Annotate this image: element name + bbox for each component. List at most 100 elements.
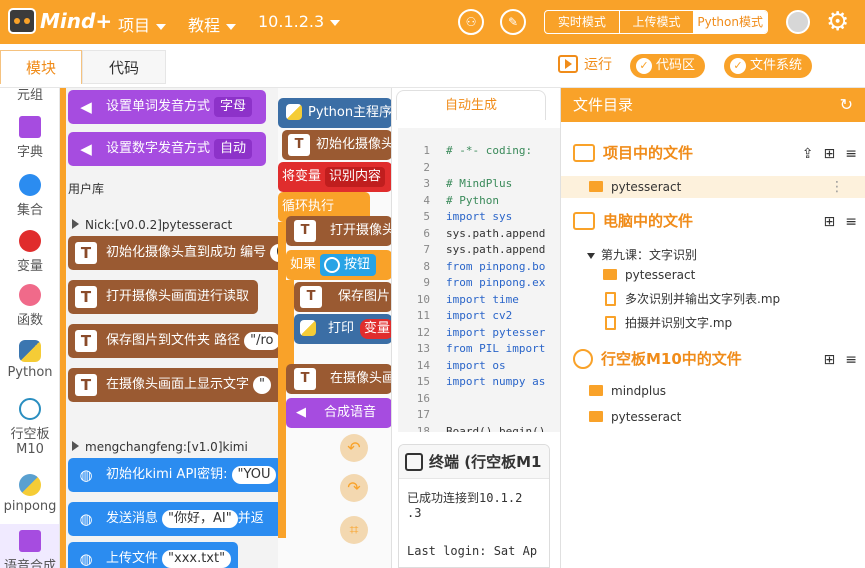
file-row[interactable]: 拍摄并识别文字.mp	[561, 312, 865, 334]
code-editor[interactable]: 1 # -*- coding: 2 3 # MindPlus 4 # Python 5 imp…	[398, 128, 560, 432]
app-logo[interactable]: Mind+	[8, 6, 112, 38]
menu-icon[interactable]: ≡	[845, 214, 857, 230]
block-label: 将变量	[282, 169, 322, 184]
block-upload-file[interactable]: ◍ 上传文件 "xxx.txt"	[68, 542, 238, 568]
category-variable[interactable]: 变量	[0, 230, 59, 274]
run-button[interactable]: 运行	[558, 54, 612, 74]
refresh-icon[interactable]: ↻	[840, 88, 853, 122]
block-input[interactable]: "/ro	[244, 332, 278, 350]
block-init-camera[interactable]: T 初始化摄像头	[282, 130, 391, 160]
block-dropdown[interactable]: 字母	[214, 97, 253, 117]
file-row[interactable]: 多次识别并输出文字列表.mp	[561, 288, 865, 310]
block-init-camera[interactable]: T 初始化摄像头直到成功 编号0	[68, 236, 278, 270]
project-files-group[interactable]: 项目中的文件	[573, 142, 693, 163]
library-title[interactable]: mengchangfeng:[v1.0]kimi	[72, 440, 248, 454]
menu-icon[interactable]: ≡	[845, 352, 857, 368]
mode-python[interactable]: Python模式	[693, 11, 768, 33]
block-dropdown[interactable]: 自动	[214, 139, 253, 159]
text-t-icon: T	[294, 368, 316, 390]
mode-realtime[interactable]: 实时模式	[545, 11, 619, 33]
edit-button[interactable]: ✎	[500, 9, 526, 35]
board-files-group[interactable]: 行空板M10中的文件	[573, 348, 742, 369]
menu-tutorial[interactable]: 教程	[188, 12, 237, 36]
crop-icon[interactable]: ⌗	[340, 516, 368, 544]
block-label: 循环执行	[282, 199, 335, 214]
check-icon: ✓	[636, 58, 652, 74]
category-speech[interactable]: 语音合成	[0, 524, 59, 568]
file-row[interactable]: mindplus	[561, 380, 865, 402]
gear-icon[interactable]: ⚙	[826, 9, 852, 35]
category-unihiker[interactable]: 行空板 M10	[0, 398, 59, 457]
block-workspace[interactable]: Python主程序 T 初始化摄像头 将变量 识别内容 循环执行 T 打开摄像头 如果…	[278, 88, 392, 568]
code-text: import sys	[446, 210, 513, 223]
undo-icon[interactable]: ↶	[340, 434, 368, 462]
block-input[interactable]: "xxx.txt"	[162, 550, 232, 568]
block-input[interactable]: "	[253, 376, 271, 394]
user-avatar[interactable]	[786, 10, 810, 34]
block-input[interactable]: "你好，AI"	[162, 510, 238, 528]
button-input[interactable]: 按钮	[320, 254, 377, 276]
block-open-camera[interactable]: T 打开摄像头	[286, 216, 391, 246]
category-tuple[interactable]: 元组	[0, 88, 59, 103]
block-open-camera[interactable]: T 打开摄像头画面进行读取	[68, 280, 258, 314]
block-save-image[interactable]: T 保存图片	[294, 282, 391, 312]
block-print[interactable]: 打印 变量	[294, 314, 391, 344]
block-show-text[interactable]: T 在摄像头画面上显示文字 "	[68, 368, 278, 402]
code-text: import time	[446, 292, 519, 306]
new-file-icon[interactable]: ⊞	[824, 352, 836, 368]
file-row[interactable]: pytesseract	[561, 264, 865, 286]
block-label: 合成语音	[324, 405, 377, 420]
terminal-title: 终端 (行空板M1	[429, 453, 542, 471]
menu-project[interactable]: 项目	[118, 12, 167, 36]
palette-edge	[60, 88, 66, 568]
block-show-on-camera[interactable]: T 在摄像头画	[286, 364, 391, 394]
category-label: Python	[7, 365, 53, 380]
tab-blocks[interactable]: 模块	[0, 50, 82, 84]
block-word-pronounce[interactable]: ◀ 设置单词发音方式 字母	[68, 90, 266, 124]
more-icon[interactable]: ⋮	[830, 176, 844, 198]
new-file-icon[interactable]: ⊞	[824, 146, 836, 162]
menu-version[interactable]: 10.1.2.3	[258, 12, 341, 31]
code-area-toggle[interactable]: ✓ 代码区	[630, 54, 706, 78]
print-variable[interactable]: 变量	[360, 319, 391, 339]
block-input[interactable]: 0	[270, 244, 278, 262]
upload-icon[interactable]: ⇪	[802, 146, 814, 162]
folder-row[interactable]: 第九课：文字识别	[561, 244, 865, 266]
menu-icon[interactable]: ≡	[845, 146, 857, 162]
library-title[interactable]: Nick:[v0.0.2]pytesseract	[72, 218, 232, 232]
file-name: pytesseract	[611, 410, 682, 424]
block-if[interactable]: 如果 按钮	[286, 250, 391, 280]
category-dict[interactable]: 字典	[0, 116, 59, 160]
terminal[interactable]: 终端 (行空板M1 已成功连接到10.1.2 .3 Last login: Sa…	[398, 444, 550, 568]
tab-code[interactable]: 代码	[82, 50, 166, 84]
block-speech[interactable]: ◀ 合成语音	[286, 398, 391, 428]
mode-upload[interactable]: 上传模式	[618, 11, 694, 33]
block-send-message[interactable]: ◍ 发送消息 "你好，AI" 并返	[68, 502, 278, 536]
block-python-main[interactable]: Python主程序	[278, 98, 391, 128]
board-icon	[573, 348, 593, 369]
category-set[interactable]: 集合	[0, 174, 59, 218]
terminal-line: 已成功连接到10.1.2	[407, 491, 523, 505]
category-pinpong[interactable]: pinpong	[0, 474, 59, 514]
category-label: 函数	[16, 313, 43, 328]
redo-icon[interactable]: ↷	[340, 474, 368, 502]
tab-auto-generate[interactable]: 自动生成	[396, 90, 546, 120]
block-input[interactable]: "YOU	[231, 466, 277, 484]
block-save-image[interactable]: T 保存图片到文件夹 路径 "/ro	[68, 324, 278, 358]
file-system-toggle[interactable]: ✓ 文件系统	[724, 54, 813, 78]
block-set-variable[interactable]: 将变量 识别内容	[278, 162, 391, 192]
file-row[interactable]: pytesseract	[561, 406, 865, 428]
code-line: 12 import pytesser	[398, 326, 560, 342]
new-file-icon[interactable]: ⊞	[824, 214, 836, 230]
extension-button[interactable]: ⚇	[458, 9, 484, 35]
block-init-kimi[interactable]: ◍ 初始化kimi API密钥: "YOU	[68, 458, 278, 492]
file-row[interactable]: pytesseract ⋮	[561, 176, 865, 198]
board-tools: ⊞ ≡	[824, 352, 857, 368]
speaker-icon: ◀	[80, 98, 92, 116]
category-python[interactable]: Python	[0, 340, 59, 380]
line-number: 9	[423, 276, 430, 289]
computer-files-group[interactable]: 电脑中的文件	[573, 210, 693, 231]
category-function[interactable]: 函数	[0, 284, 59, 328]
block-number-pronounce[interactable]: ◀ 设置数字发音方式 自动	[68, 132, 266, 166]
variable-name[interactable]: 识别内容	[325, 167, 386, 187]
